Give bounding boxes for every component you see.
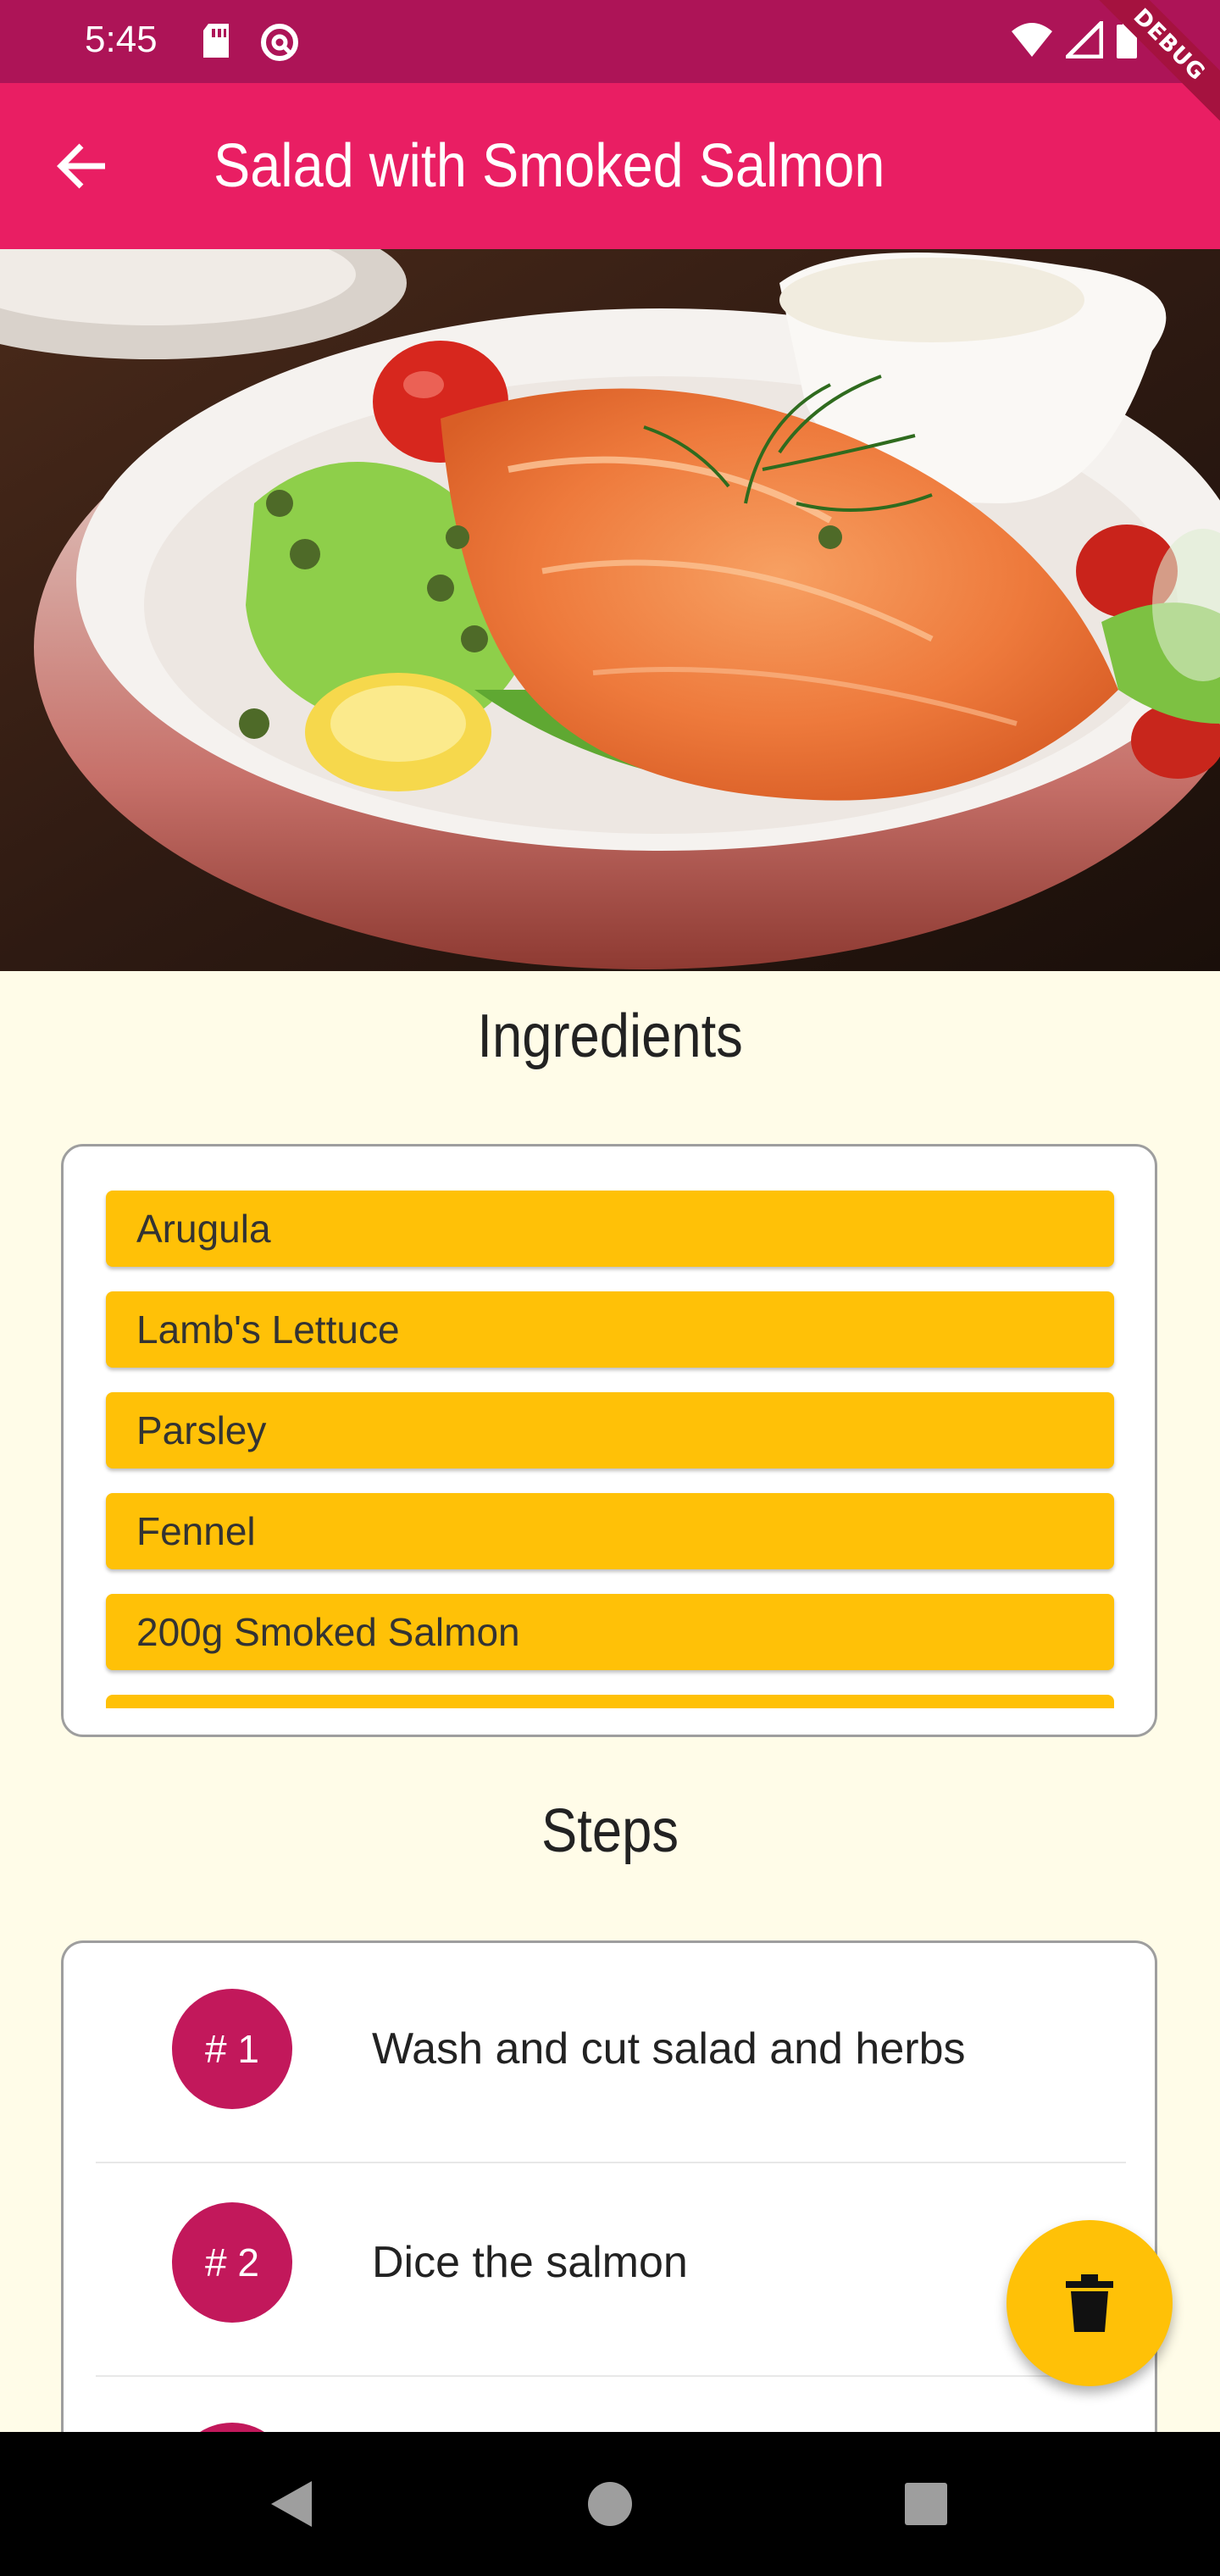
ingredient-item: 200g Smoked Salmon	[106, 1594, 1114, 1670]
wifi-icon	[1010, 21, 1054, 63]
steps-heading: Steps	[541, 1797, 679, 1865]
triangle-back-icon	[271, 2481, 312, 2527]
nav-home-button[interactable]	[572, 2466, 648, 2542]
step-number-badge: # 2	[172, 2202, 292, 2323]
app-bar: Salad with Smoked Salmon	[0, 83, 1220, 249]
square-recents-icon	[905, 2483, 947, 2525]
arrow-back-icon	[57, 143, 105, 189]
ingredients-card[interactable]: Arugula Lamb's Lettuce Parsley Fennel 20…	[61, 1144, 1157, 1737]
ingredient-item: Parsley	[106, 1392, 1114, 1468]
signal-icon	[1062, 17, 1104, 63]
page-title: Salad with Smoked Salmon	[214, 132, 885, 200]
step-row[interactable]: # 1 Wash and cut salad and herbs	[96, 1943, 1126, 2155]
ingredient-item: Arugula	[106, 1191, 1114, 1267]
status-icons-right	[1010, 17, 1139, 64]
step-number-badge: # 1	[172, 1989, 292, 2109]
step-text: Wash and cut salad and herbs	[372, 2024, 966, 2074]
ingredients-heading: Ingredients	[477, 1002, 743, 1070]
trash-icon	[1066, 2274, 1113, 2332]
status-bar: 5:45 DEBUG	[0, 0, 1220, 136]
delete-fab-button[interactable]	[1006, 2220, 1173, 2386]
nav-recents-button[interactable]	[888, 2466, 964, 2542]
status-time: 5:45	[85, 19, 158, 60]
nav-back-button[interactable]	[254, 2466, 330, 2542]
sd-card-icon	[200, 22, 234, 67]
divider	[96, 2375, 1126, 2377]
recipe-image	[0, 249, 1220, 971]
step-text: Dice the salmon	[372, 2238, 688, 2287]
do-not-disturb-icon	[259, 22, 300, 67]
system-nav-bar	[0, 2432, 1220, 2576]
status-icons-left	[200, 22, 300, 67]
step-row[interactable]: # 2 Dice the salmon	[96, 2157, 1126, 2368]
ingredient-item: Fennel	[106, 1493, 1114, 1569]
ingredient-item-partial	[106, 1695, 1114, 1708]
steps-card: # 1 Wash and cut salad and herbs # 2 Dic…	[61, 1940, 1157, 2483]
back-button[interactable]	[49, 132, 117, 200]
ingredient-item: Lamb's Lettuce	[106, 1291, 1114, 1368]
circle-home-icon	[588, 2482, 632, 2526]
